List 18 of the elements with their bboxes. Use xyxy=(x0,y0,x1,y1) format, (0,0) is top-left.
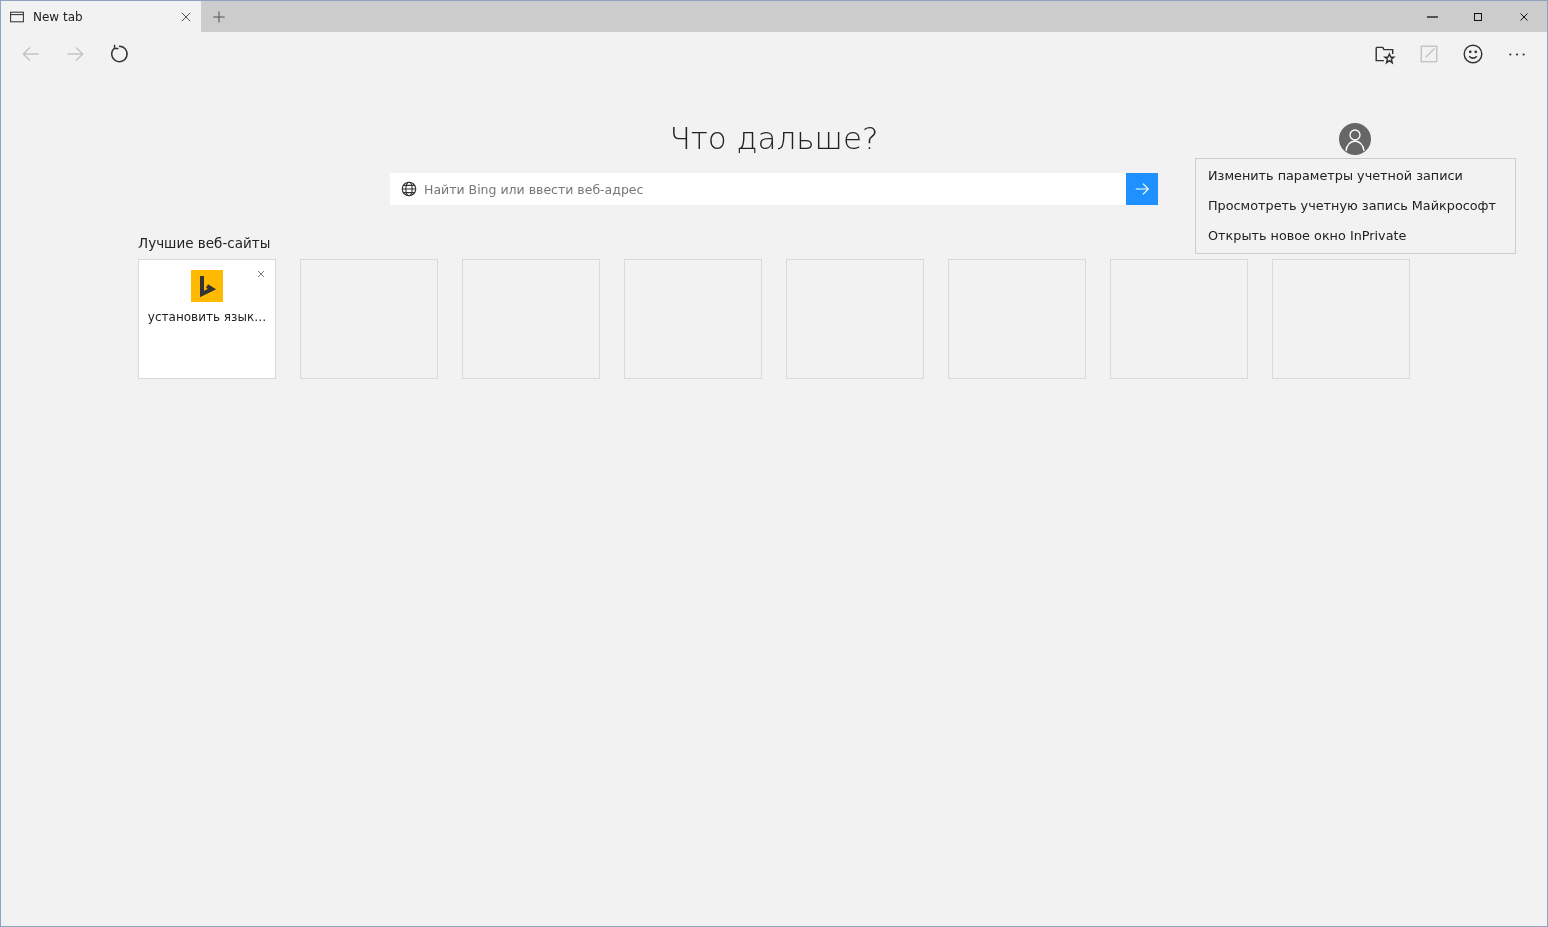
minimize-icon xyxy=(1426,15,1438,18)
page-heading: Что дальше? xyxy=(669,120,879,158)
section-title: Лучшие веб-сайты xyxy=(138,234,271,254)
menu-item[interactable]: Просмотреть учетную запись Майкрософт xyxy=(1196,191,1515,221)
menu-item[interactable]: Изменить параметры учетной записи xyxy=(1196,161,1515,191)
site-logo-icon xyxy=(191,270,223,303)
plus-icon xyxy=(211,8,227,25)
menu-item[interactable]: Открыть новое окно InPrivate xyxy=(1196,221,1515,251)
refresh-icon xyxy=(108,43,130,65)
pencil-square-icon xyxy=(1418,43,1440,65)
search-go-button[interactable] xyxy=(1126,173,1158,206)
tile-label: установить язык… xyxy=(147,309,267,327)
browser-tab[interactable]: New tab xyxy=(1,1,201,32)
smiley-icon xyxy=(1462,43,1484,65)
more-icon xyxy=(1509,52,1525,56)
site-tile[interactable]: установить язык… xyxy=(138,259,276,380)
avatar-icon[interactable] xyxy=(1338,122,1372,156)
globe-icon xyxy=(400,180,418,199)
